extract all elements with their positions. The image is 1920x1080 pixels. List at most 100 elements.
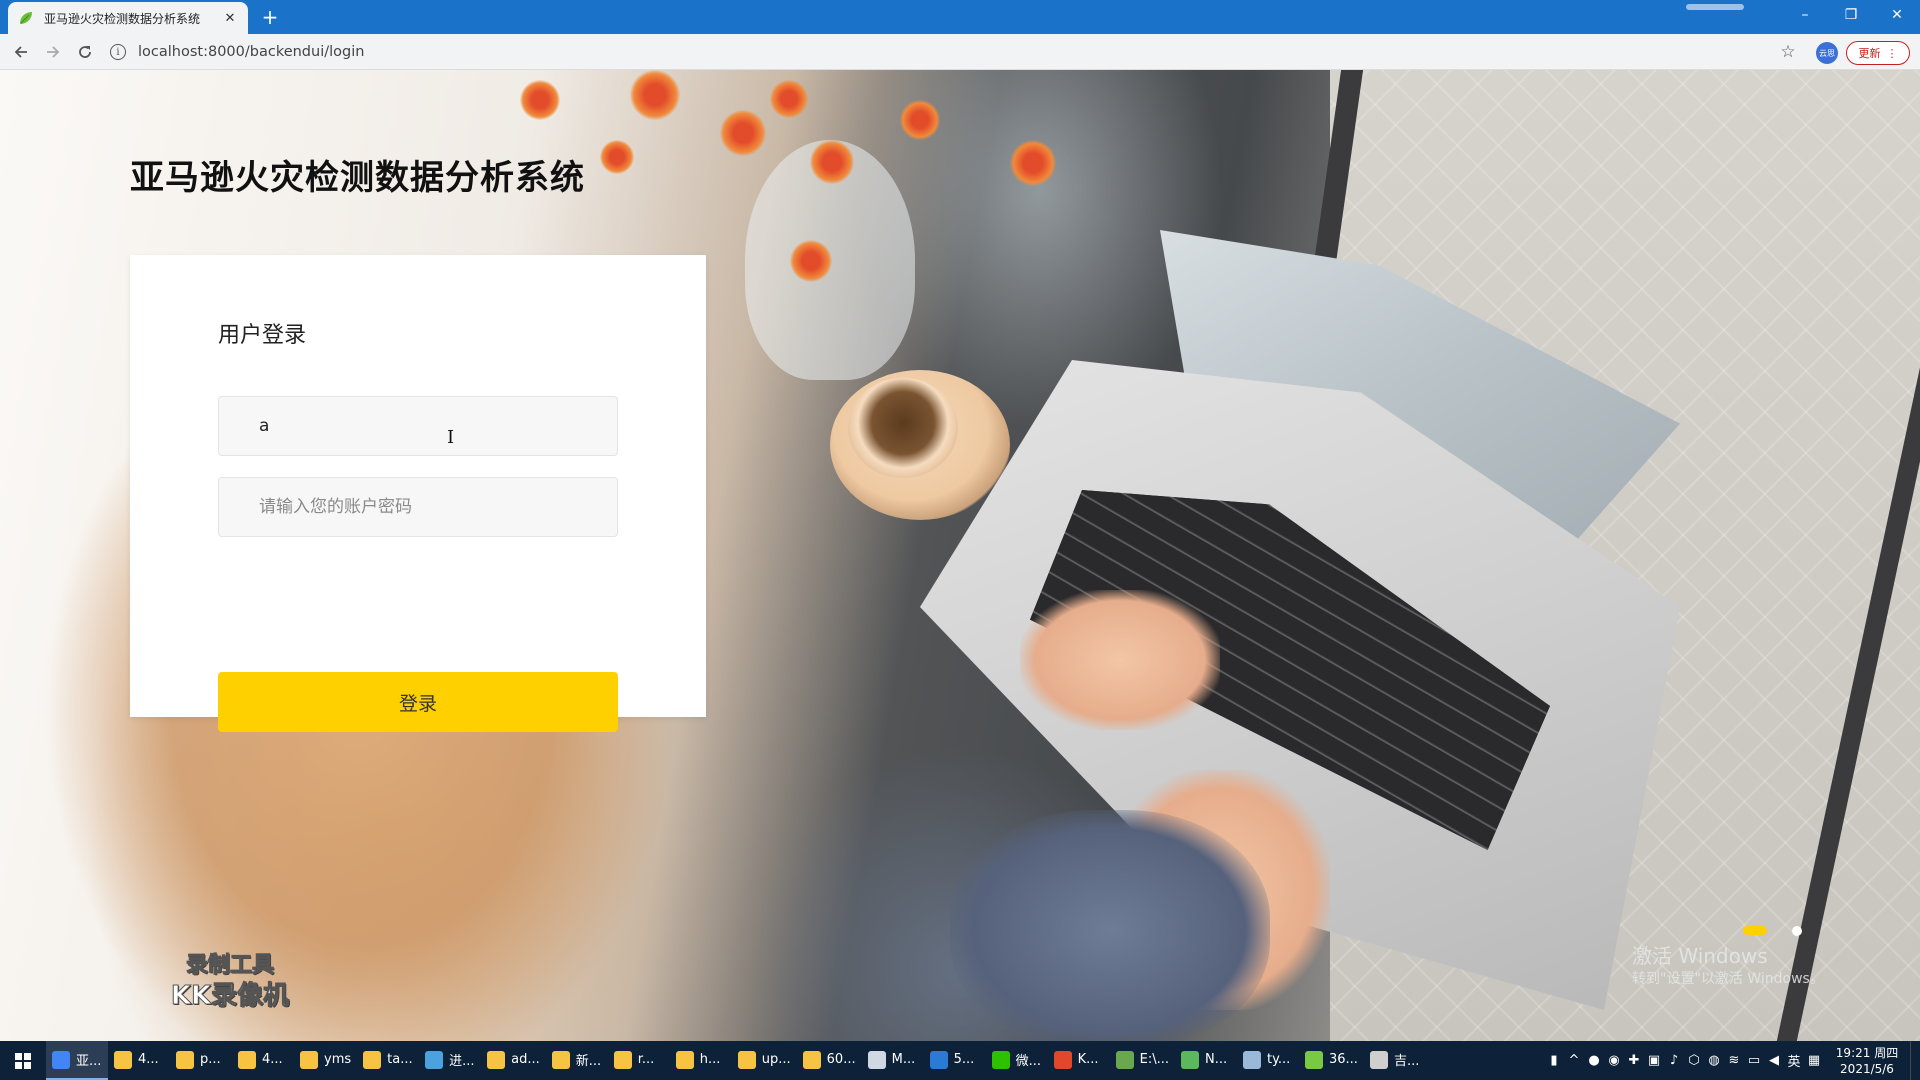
taskbar-item[interactable]: p... bbox=[170, 1041, 232, 1080]
taskbar-item[interactable]: 新... bbox=[546, 1041, 608, 1080]
taskbar-item[interactable]: 亚... bbox=[46, 1041, 108, 1080]
taskbar-item[interactable]: N... bbox=[1175, 1041, 1237, 1080]
background-jeans bbox=[950, 810, 1270, 1041]
taskbar-item[interactable]: r... bbox=[608, 1041, 670, 1080]
app-icon bbox=[114, 1050, 132, 1069]
taskbar-item-label: 进... bbox=[449, 1054, 475, 1069]
app-icon bbox=[363, 1050, 382, 1069]
app-tray-icon[interactable]: ● bbox=[1584, 1041, 1604, 1080]
start-button[interactable] bbox=[0, 1041, 46, 1080]
app-icon bbox=[991, 1050, 1010, 1069]
app-icon bbox=[802, 1050, 821, 1069]
bookmark-star-icon[interactable]: ☆ bbox=[1776, 40, 1800, 64]
wechat-tray-icon[interactable]: ◍ bbox=[1704, 1041, 1724, 1080]
taskbar-item[interactable]: ty... bbox=[1237, 1041, 1299, 1080]
carousel-dot[interactable] bbox=[1792, 926, 1802, 936]
restore-button[interactable]: ❐ bbox=[1828, 0, 1874, 30]
login-card: 用户登录 I 登录 bbox=[130, 255, 706, 732]
taskbar-item-label: 亚... bbox=[76, 1054, 102, 1069]
taskbar-item-label: 4... bbox=[138, 1052, 159, 1067]
taskbar-item[interactable]: 4... bbox=[232, 1041, 294, 1080]
password-input[interactable] bbox=[259, 497, 617, 517]
taskbar-item-label: 36... bbox=[1328, 1052, 1358, 1067]
ime-indicator[interactable]: 英 bbox=[1784, 1041, 1804, 1080]
browser-tab[interactable]: 亚马逊火灾检测数据分析系统 ✕ bbox=[8, 2, 248, 34]
taskbar-item[interactable]: E:\... bbox=[1110, 1041, 1175, 1080]
app-icon bbox=[176, 1050, 194, 1069]
window-drag-handle[interactable] bbox=[1686, 4, 1744, 10]
watermark-line1: 录制工具 bbox=[185, 953, 274, 979]
notification-bell-icon[interactable]: ♪ bbox=[1664, 1041, 1684, 1080]
back-arrow-icon[interactable] bbox=[9, 40, 33, 64]
app-icon bbox=[737, 1050, 756, 1069]
address-bar[interactable]: i localhost:8000/backendui/login bbox=[110, 38, 1790, 66]
forward-arrow-icon[interactable] bbox=[41, 40, 65, 64]
minimize-button[interactable]: – bbox=[1782, 0, 1828, 30]
wifi-icon[interactable]: ≋ bbox=[1724, 1041, 1744, 1080]
taskbar-item[interactable]: 进... bbox=[419, 1041, 481, 1080]
taskbar-item[interactable]: 微... bbox=[986, 1041, 1048, 1080]
new-tab-button[interactable]: + bbox=[258, 5, 282, 29]
username-field[interactable]: I bbox=[218, 396, 618, 456]
keyboard-icon[interactable]: ▦ bbox=[1804, 1041, 1824, 1080]
tab-title: 亚马逊火灾检测数据分析系统 bbox=[44, 11, 201, 26]
taskbar-item-label: N... bbox=[1204, 1052, 1228, 1067]
app-tray-icon[interactable]: ✚ bbox=[1624, 1041, 1644, 1080]
app-icon bbox=[52, 1050, 70, 1069]
network-icon[interactable]: ▭ bbox=[1744, 1041, 1764, 1080]
app-icon bbox=[929, 1050, 948, 1069]
tab-close-icon[interactable]: ✕ bbox=[222, 10, 238, 26]
battery-icon[interactable]: ▮ bbox=[1544, 1041, 1564, 1080]
clock[interactable]: 19:21 周四 2021/5/6 bbox=[1824, 1045, 1910, 1077]
app-icon bbox=[1304, 1050, 1323, 1069]
app-icon bbox=[867, 1050, 886, 1069]
carousel-dot-active[interactable] bbox=[1743, 926, 1767, 935]
password-field[interactable] bbox=[218, 477, 618, 537]
volume-icon[interactable]: ◀ bbox=[1764, 1041, 1784, 1080]
taskbar-item[interactable]: 吉... bbox=[1364, 1041, 1426, 1080]
app-tray-icon[interactable]: ▣ bbox=[1644, 1041, 1664, 1080]
taskbar-item[interactable]: 60... bbox=[797, 1041, 862, 1080]
username-input[interactable] bbox=[259, 416, 617, 436]
taskbar-item-label: 4... bbox=[262, 1052, 283, 1067]
login-button[interactable]: 登录 bbox=[218, 672, 618, 732]
app-icon bbox=[551, 1050, 570, 1069]
taskbar-item[interactable]: K... bbox=[1048, 1041, 1110, 1080]
taskbar-item-label: K... bbox=[1077, 1052, 1099, 1067]
browser-toolbar: i localhost:8000/backendui/login ☆ 云思 更新… bbox=[0, 34, 1920, 70]
taskbar-item[interactable]: 5... bbox=[924, 1041, 986, 1080]
app-icon bbox=[675, 1050, 694, 1069]
menu-dots-icon: ⋮ bbox=[1886, 46, 1898, 60]
taskbar-item[interactable]: ad... bbox=[481, 1041, 546, 1080]
app-icon bbox=[1180, 1050, 1199, 1069]
app-icon bbox=[238, 1050, 256, 1069]
taskbar-item[interactable]: h... bbox=[670, 1041, 732, 1080]
update-button[interactable]: 更新 ⋮ bbox=[1846, 41, 1910, 65]
taskbar-item-label: up... bbox=[761, 1052, 791, 1067]
chevron-up-icon[interactable]: ^ bbox=[1564, 1041, 1584, 1080]
watermark-line2: KK录像机 bbox=[170, 981, 290, 1012]
activate-line2: 转到"设置"以激活 Windows。 bbox=[1632, 971, 1824, 987]
taskbar-item[interactable]: up... bbox=[732, 1041, 797, 1080]
taskbar-item[interactable]: yms bbox=[294, 1041, 357, 1080]
taskbar-item[interactable]: ta... bbox=[357, 1041, 419, 1080]
leaf-favicon-icon bbox=[18, 10, 34, 26]
profile-avatar[interactable]: 云思 bbox=[1816, 42, 1838, 64]
taskbar-item-label: ty... bbox=[1266, 1052, 1291, 1067]
taskbar-items: 亚... 4... p... 4... yms ta... 进... ad... 新... r..… bbox=[46, 1041, 1426, 1080]
taskbar-item-label: p... bbox=[200, 1052, 221, 1067]
taskbar-item[interactable]: 36... bbox=[1299, 1041, 1364, 1080]
taskbar-item-label: 吉... bbox=[1393, 1054, 1420, 1069]
taskbar-item-label: 新... bbox=[575, 1054, 602, 1069]
taskbar-item[interactable]: M... bbox=[862, 1041, 924, 1080]
taskbar-item-label: yms bbox=[324, 1052, 352, 1067]
taskbar-item[interactable]: 4... bbox=[108, 1041, 170, 1080]
shield-icon[interactable]: ⬡ bbox=[1684, 1041, 1704, 1080]
qq-icon[interactable]: ◉ bbox=[1604, 1041, 1624, 1080]
close-window-button[interactable]: ✕ bbox=[1874, 0, 1920, 30]
show-desktop-button[interactable] bbox=[1910, 1041, 1920, 1080]
site-info-icon[interactable]: i bbox=[110, 44, 126, 60]
clock-time: 19:21 周四 bbox=[1835, 1045, 1899, 1060]
site-title: 亚马逊火灾检测数据分析系统 bbox=[130, 158, 585, 198]
reload-icon[interactable] bbox=[73, 40, 97, 64]
